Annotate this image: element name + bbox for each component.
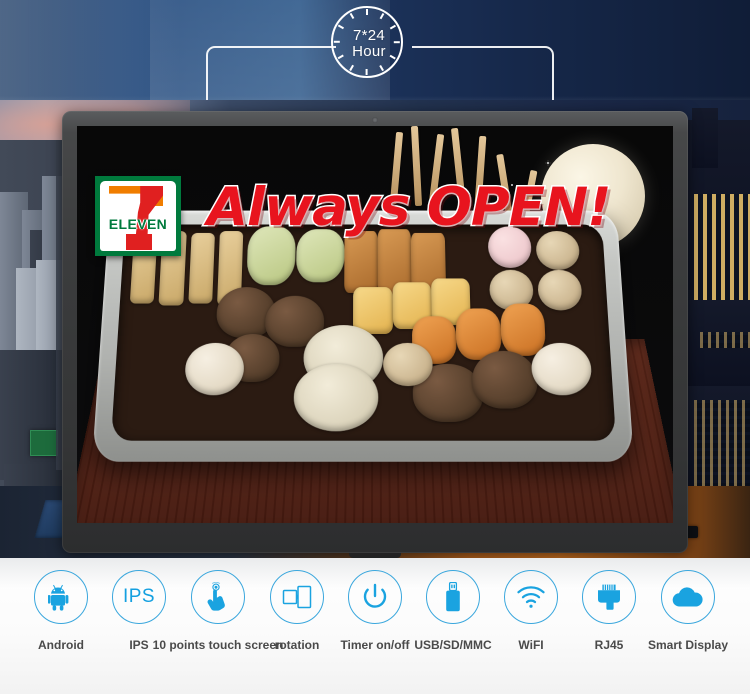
- monitor-screen: ELEVEN Always OPEN!: [77, 126, 673, 523]
- screen-rotation-icon: [270, 570, 324, 624]
- rj45-ethernet-icon: [582, 570, 636, 624]
- food-item: [530, 342, 593, 396]
- feature-touch[interactable]: 10 points touch screen: [153, 570, 283, 652]
- touch-hand-icon: [191, 570, 245, 624]
- food-item: [471, 351, 539, 410]
- product-banner: 7*24 Hour ELEVEN Always OPEN! Android IP…: [0, 0, 750, 694]
- feature-bar: Android IPS IPS 10 points touch screen r…: [0, 558, 750, 694]
- cloud-icon: [661, 570, 715, 624]
- feature-rotation[interactable]: rotation: [258, 570, 336, 652]
- lit-windows: [700, 332, 750, 348]
- feature-label: Smart Display: [647, 638, 729, 652]
- feature-label: RJ45: [594, 638, 624, 652]
- android-robot-icon: [34, 570, 88, 624]
- clock-label-group: 7*24 Hour: [333, 8, 405, 80]
- lit-windows: [694, 400, 750, 486]
- wifi-icon: [504, 570, 558, 624]
- food-item: [499, 304, 546, 356]
- camera-icon: [372, 117, 378, 123]
- feature-usb[interactable]: USB/SD/MMC: [414, 570, 492, 652]
- usb-drive-icon: [426, 570, 480, 624]
- hero-section: 7*24 Hour ELEVEN Always OPEN!: [0, 0, 750, 558]
- logo-seven-foot: [126, 234, 152, 250]
- feature-label: USB/SD/MMC: [414, 638, 492, 652]
- food-item: [536, 270, 583, 311]
- ips-icon-text: IPS: [122, 586, 156, 607]
- building: [0, 350, 62, 480]
- feature-android[interactable]: Android: [22, 570, 100, 652]
- seven-eleven-logo: ELEVEN: [95, 176, 181, 256]
- food-item: [183, 342, 245, 396]
- feature-list: Android IPS IPS 10 points touch screen r…: [0, 570, 750, 652]
- food-item: [292, 364, 379, 432]
- food-tray-inner: [110, 225, 616, 441]
- feature-label: rotation: [274, 638, 320, 652]
- food-item: [343, 231, 378, 294]
- building: [692, 108, 718, 168]
- feature-label: WiFI: [518, 638, 544, 652]
- feature-wifi[interactable]: WiFI: [492, 570, 570, 652]
- display-monitor: ELEVEN Always OPEN!: [62, 111, 688, 553]
- logo-wordmark: ELEVEN: [108, 216, 168, 232]
- food-item: [187, 233, 215, 305]
- star-icon: [547, 162, 549, 164]
- feature-label: Android: [38, 638, 84, 652]
- promo-headline: Always OPEN!: [205, 176, 612, 239]
- clock-label-line2: Hour: [352, 43, 386, 60]
- ips-text-icon: IPS: [112, 570, 166, 624]
- feature-label: IPS: [129, 638, 149, 652]
- clock-icon: 7*24 Hour: [331, 6, 403, 78]
- feature-label: Timer on/off: [340, 638, 410, 652]
- clock-label-line1: 7*24: [352, 27, 386, 44]
- power-timer-icon: [348, 570, 402, 624]
- street-sign: [30, 430, 58, 456]
- feature-rj45[interactable]: RJ45: [570, 570, 648, 652]
- lit-windows: [694, 194, 750, 306]
- feature-timer[interactable]: Timer on/off: [336, 570, 414, 652]
- feature-smart-display[interactable]: Smart Display: [648, 570, 728, 652]
